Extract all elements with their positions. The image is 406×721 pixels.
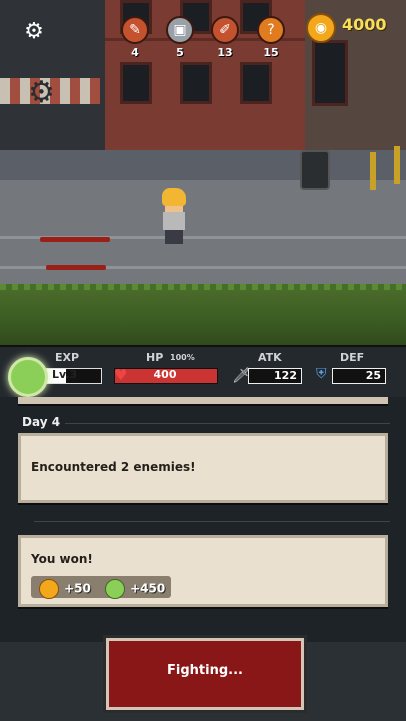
def-value: 25 (332, 368, 386, 384)
blood-splatter (46, 265, 106, 270)
level-text: Lv.3 (52, 368, 78, 381)
hero-legs (165, 230, 183, 244)
gold-coin-icon: ◉ (306, 13, 336, 43)
gold-amount: 4000 (342, 15, 387, 34)
reward-gold: +50 (39, 578, 91, 599)
resource-chest[interactable]: ▣ 5 (165, 16, 195, 59)
reward-exp-amount: +450 (130, 581, 166, 596)
exp-orb-icon (105, 578, 125, 599)
blood-splatter (40, 237, 110, 242)
def-label: DEF (340, 351, 365, 364)
sidewalk (0, 150, 406, 180)
exp-label: EXP (55, 351, 80, 364)
chest-icon: ▣ (166, 16, 194, 44)
hero-body (163, 212, 185, 230)
doorway (312, 40, 348, 106)
encounter-text: Encountered 2 enemies! (31, 460, 196, 474)
level-orb-icon (8, 357, 48, 397)
atk-label: ATK (258, 351, 282, 364)
bollard (394, 146, 400, 184)
window (240, 62, 272, 104)
game-scene: ⚙ (0, 0, 406, 345)
resource-bandage[interactable]: ✐ 13 (210, 16, 240, 59)
reward-pill: +50 +450 (31, 576, 171, 599)
gear-sign-icon: ⚙ (28, 75, 55, 110)
reward-gold-amount: +50 (64, 581, 91, 596)
divider (65, 423, 390, 424)
resource-sword[interactable]: ✎ 4 (120, 16, 150, 59)
resource-mystery[interactable]: ? 15 (256, 16, 286, 59)
mystery-icon: ? (257, 16, 285, 44)
trash-barrel (300, 150, 330, 190)
hp-value: 400 (153, 368, 177, 381)
resource-count: 15 (263, 46, 279, 59)
divider (34, 521, 390, 522)
victory-card: You won! +50 +450 (18, 535, 388, 607)
resource-count: 4 (131, 46, 139, 59)
hp-percent: 100% (170, 353, 195, 362)
atk-value: 122 (248, 368, 302, 384)
victory-text: You won! (31, 552, 93, 566)
shield-icon: ⛨ (316, 366, 327, 382)
settings-gear-icon[interactable]: ⚙ (22, 20, 46, 44)
hero-character (158, 188, 192, 246)
day-label: Day 4 (22, 415, 61, 429)
window (180, 62, 212, 104)
resource-count: 13 (217, 46, 233, 59)
encounter-card: Encountered 2 enemies! (18, 433, 388, 503)
resource-count: 5 (176, 46, 184, 59)
bandage-icon: ✐ (211, 16, 239, 44)
gold-coin-icon (39, 578, 59, 599)
grass (0, 290, 406, 345)
sword-icon: ✎ (121, 16, 149, 44)
battle-log[interactable]: Day 4 Encountered 2 enemies! You won! +5… (0, 397, 406, 642)
stats-bar: EXP Lv.3 HP 100% ♥ 400 ATK 🗡 122 DEF ⛨ 2… (0, 345, 406, 399)
road (0, 180, 406, 290)
reward-exp: +450 (105, 578, 165, 599)
fighting-button[interactable]: Fighting... (106, 638, 304, 710)
bollard (370, 152, 376, 190)
previous-card-edge (18, 397, 388, 406)
hero-hair (162, 188, 186, 206)
window (120, 62, 152, 104)
hp-label: HP (146, 351, 164, 364)
